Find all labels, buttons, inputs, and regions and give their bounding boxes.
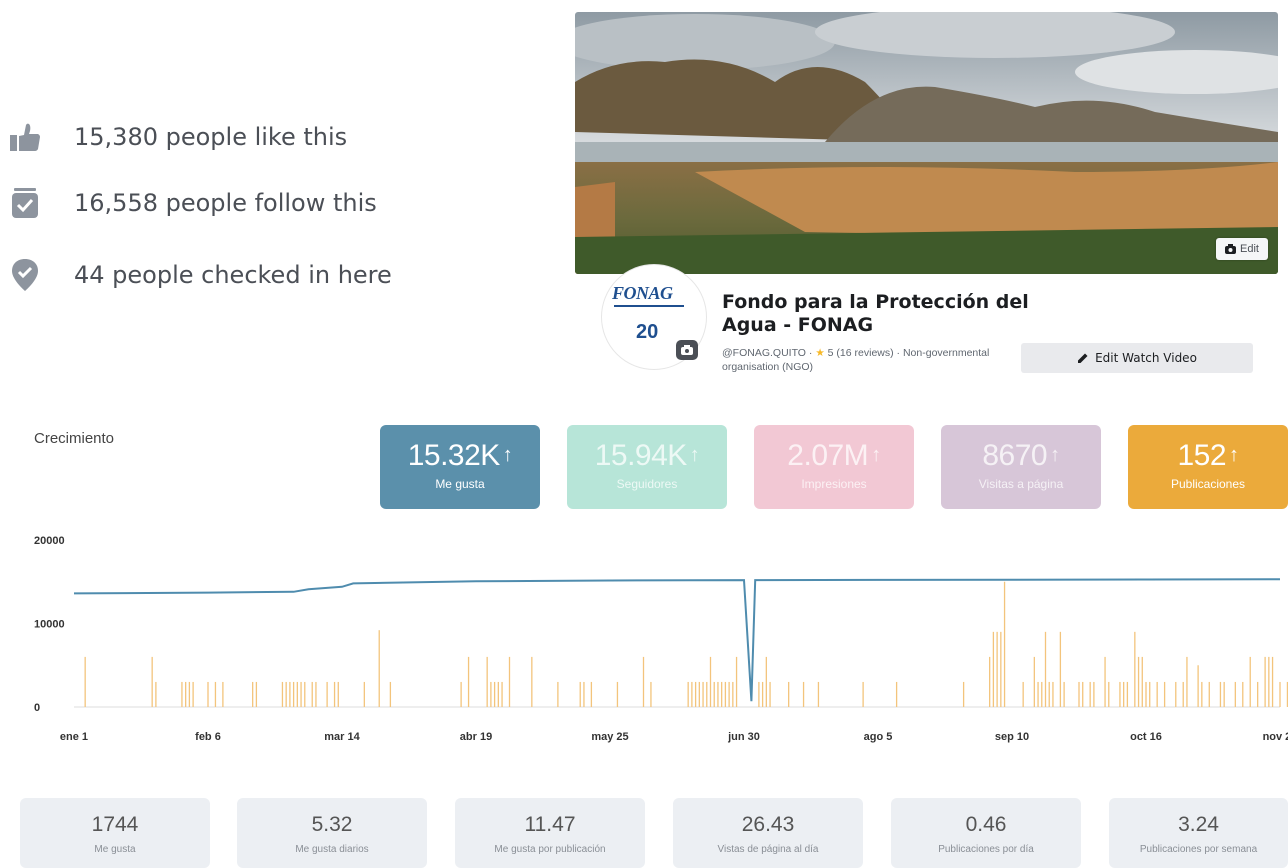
metric-daily-likes-label: Me gusta diarios <box>295 844 369 855</box>
edit-cover-button[interactable]: Edit <box>1216 238 1268 260</box>
pencil-icon <box>1078 353 1088 363</box>
arrow-up-icon: ↑ <box>689 444 700 466</box>
anniversary-logo: 20 <box>636 321 658 344</box>
growth-title: Crecimiento <box>34 430 115 447</box>
x-tick-label: sep 10 <box>995 731 1029 743</box>
kpi-posts[interactable]: 152 ↑ Publicaciones <box>1128 425 1288 509</box>
arrow-up-icon: ↑ <box>1050 444 1060 466</box>
checkins-count: 44 people checked in here <box>74 261 392 289</box>
follows-count: 16,558 people follow this <box>74 189 377 217</box>
checkins-stat: 44 people checked in here <box>8 258 392 292</box>
page-handle[interactable]: @FONAG.QUITO <box>722 347 806 359</box>
x-tick-label: ene 1 <box>60 731 88 743</box>
x-tick-label: nov 21 <box>1263 731 1288 743</box>
y-tick-label: 0 <box>34 702 40 714</box>
metric-daily-page-views: 26.43 Vistas de página al día <box>673 798 863 868</box>
metric-posts-per-day-value: 0.46 <box>965 813 1007 836</box>
kpi-posts-value: 152 <box>1177 439 1227 472</box>
arrow-up-icon: ↑ <box>1229 444 1239 466</box>
metric-daily-likes: 5.32 Me gusta diarios <box>237 798 427 868</box>
kpi-likes-label: Me gusta <box>435 477 485 491</box>
edit-watch-video-label: Edit Watch Video <box>1095 351 1197 365</box>
likes-stat: 15,380 people like this <box>8 120 347 154</box>
metric-posts-per-week-value: 3.24 <box>1178 813 1219 836</box>
cover-photo: Edit <box>575 12 1278 274</box>
page-meta: @FONAG.QUITO · ★ 5 (16 reviews) · Non-go… <box>722 347 990 373</box>
likes-line <box>73 578 1281 702</box>
x-tick-label: feb 6 <box>195 731 221 743</box>
metric-posts-per-day: 0.46 Publicaciones por día <box>891 798 1081 868</box>
x-tick-label: ago 5 <box>864 731 893 743</box>
camera-icon <box>1225 244 1237 254</box>
y-tick-label: 10000 <box>34 619 65 631</box>
x-tick-label: abr 19 <box>460 731 492 743</box>
kpi-likes[interactable]: 15.32K ↑ Me gusta <box>380 425 540 509</box>
edit-watch-video-button[interactable]: Edit Watch Video <box>1021 343 1253 373</box>
metric-daily-page-views-label: Vistas de página al día <box>717 844 819 855</box>
kpi-impressions[interactable]: 2.07M ↑ Impresiones <box>754 425 914 509</box>
x-tick-label: oct 16 <box>1130 731 1162 743</box>
kpi-posts-label: Publicaciones <box>1170 477 1246 491</box>
growth-chart: 20000 10000 0 ene 1 feb 6 mar 14 abr 19 may 25 j… <box>34 535 1288 743</box>
kpi-followers-value: 15.94K <box>594 439 688 472</box>
checkin-pin-icon <box>8 258 42 292</box>
edit-cover-label: Edit <box>1240 243 1259 255</box>
logo-underline <box>614 305 684 307</box>
page-name[interactable]: Fondo para la Protección del Agua - FONA… <box>722 291 1042 337</box>
metric-posts-per-week-label: Publicaciones por semana <box>1139 844 1258 855</box>
y-tick-label: 20000 <box>34 535 65 547</box>
metric-posts-per-day-label: Publicaciones por día <box>938 844 1034 855</box>
follow-check-icon <box>8 186 42 220</box>
follows-stat: 16,558 people follow this <box>8 186 377 220</box>
metric-likes-label: Me gusta <box>94 844 136 855</box>
kpi-page-visits[interactable]: 8670 ↑ Visitas a página <box>941 425 1101 509</box>
arrow-up-icon: ↑ <box>502 444 513 466</box>
kpi-likes-value: 15.32K <box>407 439 501 472</box>
cover-landscape <box>575 12 1278 274</box>
kpi-followers-label: Seguidores <box>616 477 678 491</box>
fonag-logo-text: FONAG <box>612 283 673 303</box>
kpi-page-visits-value: 8670 <box>982 439 1048 472</box>
thumbs-up-icon <box>8 120 42 154</box>
metric-daily-page-views-value: 26.43 <box>741 813 795 836</box>
metric-likes-per-post: 11.47 Me gusta por publicación <box>455 798 645 868</box>
x-tick-label: jun 30 <box>727 731 760 743</box>
arrow-up-icon: ↑ <box>871 444 881 466</box>
x-tick-label: may 25 <box>591 731 628 743</box>
camera-icon <box>681 345 693 355</box>
metric-posts-per-week: 3.24 Publicaciones por semana <box>1109 798 1288 868</box>
anniversary-number: 20 <box>636 321 659 343</box>
kpi-impressions-label: Impresiones <box>801 477 867 491</box>
metric-daily-likes-value: 5.32 <box>311 813 353 836</box>
metric-likes: 1744 Me gusta <box>20 798 210 868</box>
kpi-impressions-value: 2.07M <box>787 439 869 472</box>
metric-likes-per-post-value: 11.47 <box>524 813 576 836</box>
update-profile-picture-button[interactable] <box>676 340 698 360</box>
kpi-followers[interactable]: 15.94K ↑ Seguidores <box>567 425 727 509</box>
metric-likes-per-post-label: Me gusta por publicación <box>494 844 606 855</box>
kpi-page-visits-label: Visitas a página <box>978 477 1064 491</box>
star-icon: ★ <box>815 347 825 359</box>
likes-count: 15,380 people like this <box>74 123 348 151</box>
x-tick-label: mar 14 <box>324 731 360 743</box>
page-rating[interactable]: 5 (16 reviews) <box>828 347 894 359</box>
metric-likes-value: 1744 <box>91 813 139 836</box>
